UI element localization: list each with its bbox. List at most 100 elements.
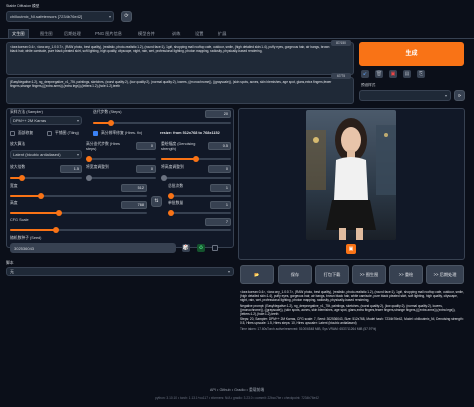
steps-slider[interactable] xyxy=(93,120,231,126)
dice-icon[interactable]: 🎲 xyxy=(182,244,190,252)
upscale-by-label: 放大倍数 xyxy=(10,165,26,169)
sampler-select[interactable]: DPM++ 2M Karras ▾ xyxy=(10,116,82,125)
upscale-by-slider[interactable] xyxy=(10,175,82,181)
upscaler-value: Latent (bicubic antialiased) xyxy=(13,152,61,157)
tab-divider xyxy=(0,38,474,39)
footer-link-reload[interactable]: 重载前端 xyxy=(249,388,264,392)
upscale-by-input[interactable]: 1.5 xyxy=(60,165,82,173)
footer-link-github[interactable]: Github xyxy=(219,388,230,392)
denoising-slider[interactable] xyxy=(161,156,231,162)
chevron-down-icon: ▾ xyxy=(444,93,447,98)
prompt-token-counter: 87/150 xyxy=(331,40,351,46)
recycle-icon[interactable]: ♻ xyxy=(197,244,205,252)
save-style-icon[interactable]: ▤ xyxy=(403,70,411,78)
styles-label: 预设样式 xyxy=(361,83,376,87)
swap-icon: ⇅ xyxy=(154,198,159,204)
resize-note: resize: from 512x768 to 768x1152 xyxy=(160,131,220,135)
steps-label: 迭代步数 (Steps) xyxy=(93,110,122,114)
restore-faces-label: 面部修复 xyxy=(18,131,34,135)
tab-merge[interactable]: 模型合并 xyxy=(138,31,155,37)
info-prompt: <lora:korean:0.4>, <lora:cny_1.0:0.7>, (… xyxy=(240,290,464,303)
chevron-down-icon: ▾ xyxy=(76,152,79,157)
tab-train[interactable]: 训练 xyxy=(172,31,180,37)
script-select[interactable]: 无 ▾ xyxy=(6,267,234,276)
batch-count-label: 总批次数 xyxy=(168,184,184,188)
hires-steps-input[interactable]: 0 xyxy=(136,142,156,150)
width-input[interactable]: 512 xyxy=(121,184,147,192)
cfg-slider[interactable] xyxy=(10,227,231,233)
resize-height-input[interactable]: 0 xyxy=(208,165,231,173)
swap-dimensions-button[interactable]: ⇅ xyxy=(151,196,162,207)
chevron-down-icon: ▾ xyxy=(227,269,230,274)
send-to-inpaint-button[interactable]: >> 重绘 xyxy=(389,265,423,284)
trash-icon[interactable]: 🗑 xyxy=(375,70,383,78)
apply-style-button[interactable]: ⟳ xyxy=(454,90,465,101)
send-to-extras-button[interactable]: >> 后期处理 xyxy=(426,265,464,284)
image-thumbnail-icon[interactable]: ▣ xyxy=(346,244,356,254)
cfg-label: CFG Scale xyxy=(10,218,29,222)
seed-input[interactable]: 302536043 xyxy=(10,243,176,253)
cfg-input[interactable]: 7 xyxy=(205,218,231,226)
upscaler-select[interactable]: Latent (bicubic antialiased) ▾ xyxy=(10,150,82,159)
denoising-input[interactable]: 0.5 xyxy=(208,142,231,150)
hires-fix-checkbox[interactable] xyxy=(93,131,98,136)
resize-height-label: 将高度调整到 xyxy=(161,165,184,169)
open-folder-button[interactable]: 📂 xyxy=(240,265,274,284)
upscaler-label: 放大算法 xyxy=(10,142,26,146)
width-slider[interactable] xyxy=(10,193,147,199)
height-input[interactable]: 768 xyxy=(121,201,147,209)
generate-button[interactable]: 生成 xyxy=(359,42,464,66)
send-to-img2img-button[interactable]: >> 图生图 xyxy=(352,265,386,284)
tab-settings[interactable]: 设置 xyxy=(195,31,203,37)
footer-link-api[interactable]: API xyxy=(210,388,216,392)
generated-image[interactable] xyxy=(306,110,396,240)
save-button[interactable]: 保存 xyxy=(278,265,312,284)
refresh-icon: ⟳ xyxy=(124,13,129,19)
info-negative: Negative prompt: (EasyNegative:1.2), ng_… xyxy=(240,303,456,317)
tab-img2img[interactable]: 图生图 xyxy=(40,31,53,37)
paste-icon[interactable]: ⎘ xyxy=(417,70,425,78)
batch-count-slider[interactable] xyxy=(168,193,231,199)
info-time: Time taken: 17.60sTorch active/reserved:… xyxy=(240,326,377,331)
chevron-down-icon: ▾ xyxy=(76,118,79,123)
negative-prompt-text: (EasyNegative:1.2), ng_deepnegative_v1_7… xyxy=(10,80,332,89)
hires-steps-slider[interactable] xyxy=(86,156,156,162)
tiling-checkbox[interactable] xyxy=(47,131,52,136)
height-label: 高度 xyxy=(10,201,18,205)
batch-size-slider[interactable] xyxy=(168,210,231,216)
resize-width-slider[interactable] xyxy=(86,175,156,181)
tab-extensions[interactable]: 扩展 xyxy=(218,31,226,37)
width-label: 宽度 xyxy=(10,184,18,188)
extra-seed-checkbox[interactable] xyxy=(212,245,218,251)
batch-size-input[interactable]: 1 xyxy=(210,201,231,209)
resize-width-input[interactable]: 0 xyxy=(136,165,156,173)
tiling-label: 平铺图 (Tiling) xyxy=(55,131,79,135)
restore-faces-checkbox[interactable] xyxy=(10,131,15,136)
tab-extras[interactable]: 后期处理 xyxy=(64,31,81,37)
chevron-down-icon: ▾ xyxy=(108,14,111,19)
footer-versions: python: 3.10.10 • torch: 1.13.1+cu117 • … xyxy=(155,396,319,400)
styles-select[interactable]: ▾ xyxy=(359,90,451,101)
batch-count-input[interactable]: 1 xyxy=(210,184,231,192)
card-icon[interactable]: ▣ xyxy=(389,70,397,78)
footer-links: API • Github • Gradio • 重载前端 xyxy=(209,388,265,392)
resize-height-slider[interactable] xyxy=(161,175,231,181)
height-slider[interactable] xyxy=(10,210,147,216)
negative-prompt-textarea[interactable]: (EasyNegative:1.2), ng_deepnegative_v1_7… xyxy=(6,77,354,104)
seed-label: 随机数种子 (Seed) xyxy=(10,236,42,240)
arrow-icon[interactable]: ↙ xyxy=(361,70,369,78)
zip-button[interactable]: 打包下载 xyxy=(315,265,349,284)
checkpoint-label: Stable Diffusion 模型 xyxy=(6,4,40,8)
seed-value: 302536043 xyxy=(14,245,35,251)
tab-png-info[interactable]: PNG 图片信息 xyxy=(95,31,122,37)
tab-txt2img[interactable]: 文生图 xyxy=(8,29,29,38)
checkpoint-select[interactable]: chilloutmix_NI.safetensors [7234b76e42] … xyxy=(6,11,114,22)
info-params: Steps: 20, Sampler: DPM++ 2M Karras, CFG… xyxy=(240,317,464,326)
denoising-label: 重绘幅度 (Denoising strength) xyxy=(161,142,196,151)
refresh-checkpoint-button[interactable]: ⟳ xyxy=(121,11,132,22)
footer-link-gradio[interactable]: Gradio xyxy=(234,388,245,392)
generation-info: <lora:korean:0.4>, <lora:cny_1.0:0.7>, (… xyxy=(240,290,465,380)
checkpoint-value: chilloutmix_NI.safetensors [7234b76e42] xyxy=(10,14,83,19)
prompt-textarea[interactable]: <lora:korean:0.4>, <lora:cny_1.0:0.7>, (… xyxy=(6,42,354,75)
steps-input[interactable]: 20 xyxy=(205,110,231,118)
